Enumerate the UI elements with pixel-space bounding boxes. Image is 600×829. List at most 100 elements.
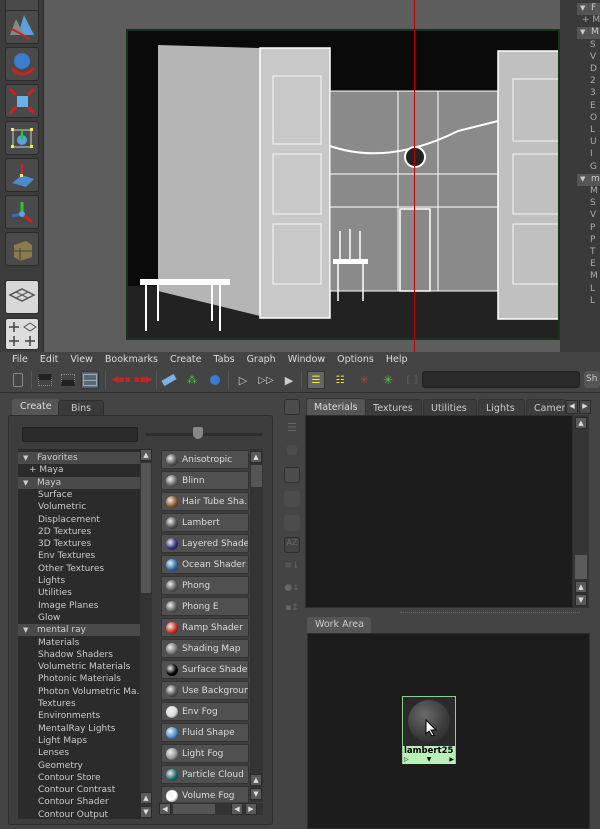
frame-selection-button[interactable]: ▶ [280, 371, 298, 389]
outliner-header[interactable]: ▼ M [577, 27, 600, 40]
show-manipulator-button[interactable] [5, 195, 39, 229]
tree-item[interactable]: 2D Textures [18, 526, 140, 538]
tree-scroll-thumb[interactable] [141, 463, 151, 593]
outliner-item[interactable]: O [590, 113, 600, 125]
tree-item[interactable]: Contour Output [18, 809, 140, 819]
simple-mode-button[interactable]: ☰ [307, 371, 325, 389]
outliner-header[interactable]: ▼ F [577, 3, 600, 15]
tab-lights[interactable]: Lights [478, 399, 525, 416]
clear-graph-button[interactable] [160, 371, 178, 389]
create-node-button[interactable]: Blinn [161, 471, 249, 490]
input-output-connections-button[interactable]: ⁂ [183, 371, 201, 389]
small-icon-size-icon[interactable] [287, 445, 297, 455]
materials-scroll-up-top[interactable]: ▲ [575, 417, 587, 429]
create-node-button[interactable]: Lambert [161, 513, 249, 532]
create-node-button[interactable]: Hair Tube Sha... [161, 492, 249, 511]
node-list-scrollbar[interactable]: ▲ ▲ ▼ [250, 449, 263, 802]
outliner-item[interactable]: I [590, 149, 600, 161]
menu-file[interactable]: File [12, 354, 28, 365]
tabs-scroll-right-button[interactable]: ▶ [579, 400, 591, 414]
outliner-item[interactable]: G [590, 162, 600, 174]
shader-node-lambert25[interactable]: lambert25 ▷ ▼ ▶ [402, 696, 456, 764]
expand-network-button[interactable]: ✳ [379, 371, 397, 389]
outliner-header[interactable]: ▼ m [577, 173, 600, 186]
tab-utilities[interactable]: Utilities [423, 399, 477, 416]
materials-scroll-up-button[interactable]: ▲ [575, 581, 587, 593]
menu-graph[interactable]: Graph [247, 354, 276, 365]
menu-options[interactable]: Options [337, 354, 374, 365]
tree-item[interactable]: MentalRay Lights [18, 723, 140, 735]
tree-scroll-up-top[interactable]: ▲ [140, 449, 152, 461]
outliner-item[interactable]: E [590, 259, 600, 271]
expand-attributes-icon[interactable]: ▼ [427, 756, 432, 764]
universal-manipulator-button[interactable] [5, 121, 39, 155]
large-icon-size-icon[interactable] [284, 491, 300, 507]
tree-item[interactable]: Surface [18, 489, 140, 501]
collapse-triangle-icon[interactable]: ▼ [23, 452, 28, 464]
tree-item[interactable]: Lenses [18, 747, 140, 759]
collapse-triangle-icon[interactable]: ▼ [580, 28, 585, 36]
tree-category-header[interactable]: ▼ mental ray [18, 624, 140, 637]
input-port-icon[interactable]: ▷ [404, 756, 409, 764]
tree-item[interactable]: Shadow Shaders [18, 649, 140, 661]
tree-item[interactable]: + Maya [18, 464, 140, 476]
create-node-button[interactable]: Phong [161, 576, 249, 595]
outliner-item[interactable]: U [590, 137, 600, 149]
menu-view[interactable]: View [70, 354, 93, 365]
add-selected-to-graph-button[interactable] [206, 371, 224, 389]
node-scroll-up-button[interactable]: ▲ [250, 774, 262, 786]
tree-category-header[interactable]: ▼ Maya [18, 476, 140, 489]
show-top-and-bottom-tabs-button[interactable] [81, 371, 99, 389]
create-node-button[interactable]: Ramp Shader [161, 618, 249, 637]
tree-scrollbar[interactable]: ▲ ▲ ▼ [140, 449, 152, 819]
show-bottom-tabs-button[interactable] [59, 371, 77, 389]
four-view-layout-button[interactable] [5, 318, 39, 350]
output-port-icon[interactable]: ▶ [449, 756, 454, 764]
hscroll-left-button[interactable]: ◀ [159, 803, 171, 815]
node-scroll-down-button[interactable]: ▼ [250, 788, 262, 800]
reduce-network-button[interactable]: ✳ [355, 371, 373, 389]
graph-downstream-button[interactable]: ▪▪▶ [133, 371, 152, 389]
sort-by-type-icon[interactable]: ≡↓ [284, 561, 300, 577]
tree-item[interactable]: Photon Volumetric Ma... [18, 686, 140, 698]
menu-bookmarks[interactable]: Bookmarks [105, 354, 158, 365]
single-perspective-layout-button[interactable] [5, 280, 39, 314]
collapse-triangle-icon[interactable]: ▼ [580, 175, 585, 183]
collapse-triangle-icon[interactable]: ▼ [23, 624, 28, 636]
menu-help[interactable]: Help [386, 354, 408, 365]
outliner-item[interactable]: S [590, 40, 600, 52]
tree-item[interactable]: Photonic Materials [18, 673, 140, 685]
materials-scrollbar[interactable]: ▲ ▲ ▼ [573, 415, 589, 608]
create-node-button[interactable]: Use Background [161, 681, 249, 700]
materials-scroll-down-button[interactable]: ▼ [575, 594, 587, 606]
connected-mode-button[interactable]: ☷ [331, 371, 349, 389]
outliner-item[interactable]: P [590, 223, 600, 235]
menu-window[interactable]: Window [288, 354, 325, 365]
tree-item[interactable]: Image Planes [18, 600, 140, 612]
tree-item[interactable]: Env Textures [18, 550, 140, 562]
create-node-button[interactable]: Env Fog [161, 702, 249, 721]
materials-browser-area[interactable] [305, 415, 573, 608]
create-filter-input[interactable] [22, 427, 138, 442]
outliner-item[interactable]: E [590, 101, 600, 113]
outliner-item[interactable]: S [590, 198, 600, 210]
tab-textures[interactable]: Textures [365, 399, 422, 416]
tree-item[interactable]: Environments [18, 710, 140, 722]
menu-create[interactable]: Create [170, 354, 202, 365]
tab-bins[interactable]: Bins [58, 400, 105, 416]
sort-by-time-icon[interactable]: ●↓ [284, 583, 300, 599]
create-node-button[interactable]: Particle Cloud [161, 765, 249, 784]
create-node-button[interactable]: Surface Shader [161, 660, 249, 679]
materials-scroll-thumb[interactable] [575, 555, 587, 579]
outliner-item[interactable]: L [590, 125, 600, 137]
rotate-tool-button[interactable] [5, 47, 39, 81]
outliner-item[interactable]: V [590, 52, 600, 64]
node-list-hscrollbar[interactable]: ◀ ◀ ▶ [159, 803, 263, 815]
medium-icon-size-icon[interactable] [284, 467, 300, 483]
toolbar-search-field[interactable] [422, 371, 580, 388]
node-scroll-up-top[interactable]: ▲ [250, 451, 262, 463]
tree-item[interactable]: Displacement [18, 514, 140, 526]
toggle-panel-button[interactable] [9, 371, 27, 389]
outliner-item[interactable]: M [590, 271, 600, 283]
collapse-triangle-icon[interactable]: ▼ [23, 477, 28, 489]
